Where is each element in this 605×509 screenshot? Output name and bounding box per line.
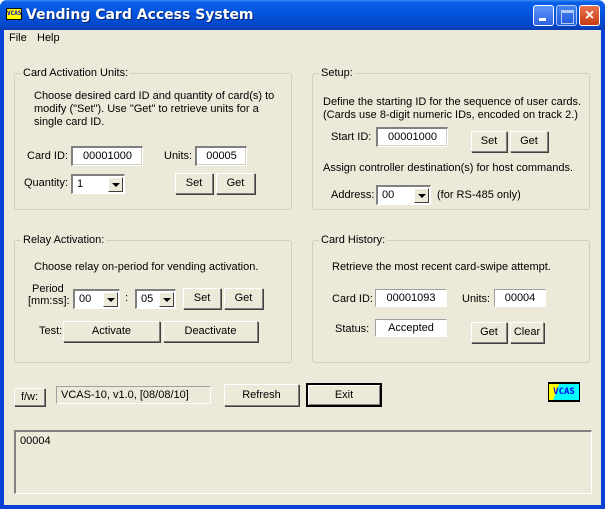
setup-group: Setup: Define the starting ID for the se… xyxy=(312,67,590,210)
status-field: Accepted xyxy=(375,319,447,337)
title-bar[interactable]: VCAS Vending Card Access System × xyxy=(0,0,605,30)
start-id-input[interactable]: 00001000 xyxy=(376,127,448,147)
start-id-label: Start ID: xyxy=(331,131,372,143)
menu-file[interactable]: File xyxy=(9,32,27,44)
setup-get-button[interactable]: Get xyxy=(510,131,548,152)
client-area: File Help Card Activation Units: Choose … xyxy=(4,30,601,505)
exit-button[interactable]: Exit xyxy=(306,383,382,407)
minutes-value: 00 xyxy=(79,293,92,305)
status-label: Status: xyxy=(335,323,370,335)
history-card-id-label: Card ID: xyxy=(332,293,373,305)
relay-group: Relay Activation: Choose relay on-period… xyxy=(14,234,292,363)
refresh-button[interactable]: Refresh xyxy=(224,384,299,406)
card-history-group: Card History: Retrieve the most recent c… xyxy=(312,234,590,363)
address-value: 00 xyxy=(382,189,395,201)
period-label: Period xyxy=(32,283,64,295)
minimize-button[interactable] xyxy=(533,5,554,26)
card-activation-desc-1: Choose desired card ID and quantity of c… xyxy=(34,90,275,102)
setup-desc-1: Define the starting ID for the sequence … xyxy=(323,96,582,108)
deactivate-button[interactable]: Deactivate xyxy=(163,321,258,342)
card-activation-desc-2: modify ("Set"). Use "Get" to retrieve un… xyxy=(34,103,259,115)
history-card-id-field: 00001093 xyxy=(375,289,447,307)
seconds-value: 05 xyxy=(141,293,154,305)
setup-desc-2: (Cards use 8-digit numeric IDs, encoded … xyxy=(323,109,578,121)
chevron-down-icon[interactable] xyxy=(103,292,118,307)
menu-bar: File Help xyxy=(4,30,601,48)
history-clear-button[interactable]: Clear xyxy=(510,322,544,343)
quantity-label: Quantity: xyxy=(24,177,69,189)
quantity-value: 1 xyxy=(77,178,84,190)
chevron-down-icon[interactable] xyxy=(159,292,174,307)
card-id-input[interactable]: 00001000 xyxy=(71,146,143,166)
address-label: Address: xyxy=(331,189,375,201)
relay-title: Relay Activation: xyxy=(21,234,107,246)
history-get-button[interactable]: Get xyxy=(471,322,507,343)
period-format-label: [mm:ss]: xyxy=(28,295,70,307)
app-icon: VCAS xyxy=(6,8,22,20)
history-units-field: 00004 xyxy=(494,289,546,307)
setup-set-button[interactable]: Set xyxy=(471,131,507,152)
history-units-label: Units: xyxy=(462,293,491,305)
card-id-label: Card ID: xyxy=(27,150,68,162)
quantity-select[interactable]: 1 xyxy=(71,174,125,194)
assign-desc: Assign controller destination(s) for hos… xyxy=(323,162,574,174)
minutes-select[interactable]: 00 xyxy=(73,289,120,309)
app-window: VCAS Vending Card Access System × File H… xyxy=(0,0,605,509)
time-separator: : xyxy=(125,292,129,304)
maximize-button[interactable] xyxy=(556,5,577,26)
card-history-title: Card History: xyxy=(319,234,388,246)
card-activation-set-button[interactable]: Set xyxy=(175,173,213,194)
activate-button[interactable]: Activate xyxy=(63,321,160,342)
address-note: (for RS-485 only) xyxy=(437,189,521,201)
relay-set-button[interactable]: Set xyxy=(183,288,221,309)
relay-desc: Choose relay on-period for vending activ… xyxy=(34,261,259,273)
card-activation-group: Card Activation Units: Choose desired ca… xyxy=(14,67,292,210)
test-label: Test: xyxy=(39,325,63,337)
address-select[interactable]: 00 xyxy=(376,185,431,205)
vcas-logo: VCAS xyxy=(548,382,580,402)
chevron-down-icon[interactable] xyxy=(108,177,123,192)
window-title: Vending Card Access System xyxy=(26,7,254,23)
units-label: Units: xyxy=(164,150,193,162)
setup-title: Setup: xyxy=(319,67,355,79)
firmware-button[interactable]: f/w: xyxy=(14,388,45,406)
card-history-desc: Retrieve the most recent card-swipe atte… xyxy=(332,261,551,273)
units-input[interactable]: 00005 xyxy=(195,146,247,166)
menu-help[interactable]: Help xyxy=(37,32,60,44)
close-button[interactable]: × xyxy=(579,5,600,26)
card-activation-title: Card Activation Units: xyxy=(21,67,131,79)
chevron-down-icon[interactable] xyxy=(414,188,429,203)
card-activation-get-button[interactable]: Get xyxy=(216,173,255,194)
card-activation-desc-3: single card ID. xyxy=(34,116,105,128)
log-output[interactable]: 00004 xyxy=(14,430,592,494)
relay-get-button[interactable]: Get xyxy=(224,288,263,309)
seconds-select[interactable]: 05 xyxy=(135,289,176,309)
firmware-version-field: VCAS-10, v1.0, [08/08/10] xyxy=(56,386,211,404)
close-icon: × xyxy=(584,7,595,24)
